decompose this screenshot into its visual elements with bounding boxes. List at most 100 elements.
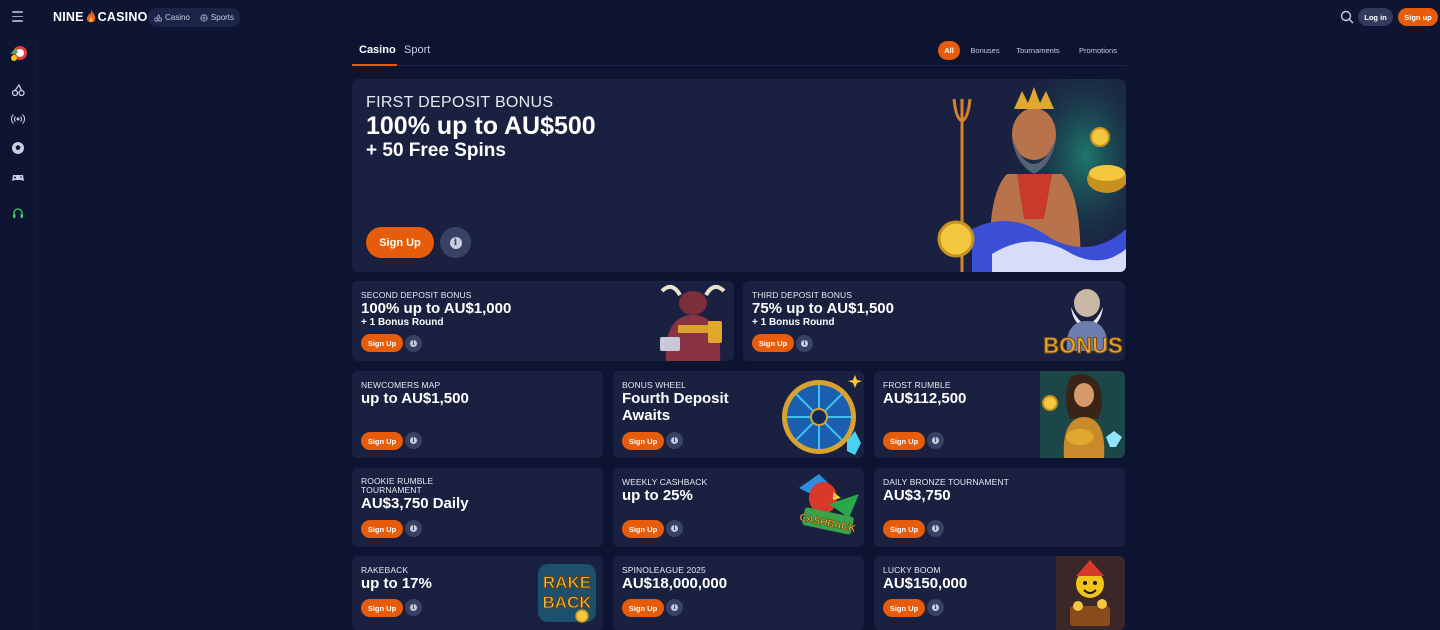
info-icon: i (932, 437, 939, 444)
card-extra: + 1 Bonus Round (752, 317, 835, 328)
filter-all[interactable]: All (938, 41, 960, 60)
signup-button[interactable]: Sign Up (361, 334, 403, 352)
card-subtitle: FROST RUMBLE (883, 380, 951, 390)
info-icon: i (932, 604, 939, 611)
cherries-icon[interactable] (10, 82, 26, 98)
card-title: up to 25% (622, 487, 693, 504)
card-subtitle: SECOND DEPOSIT BONUS (361, 290, 472, 300)
search-icon[interactable] (1340, 10, 1354, 24)
nav-sports[interactable]: Sports (200, 13, 234, 22)
tab-casino[interactable]: Casino (359, 44, 396, 56)
card-title: Fourth Deposit Awaits (622, 390, 729, 425)
card-subtitle: WEEKLY CASHBACK (622, 477, 708, 487)
signup-button[interactable]: Sign Up (361, 599, 403, 617)
nav-casino-label: Casino (165, 13, 190, 22)
info-icon: i (410, 604, 417, 611)
cherries-icon (154, 13, 162, 22)
card-subtitle: THIRD DEPOSIT BONUS (752, 290, 852, 300)
promo-card: FROST RUMBLE AU$112,500 Sign Up i (874, 371, 1125, 458)
tab-sport[interactable]: Sport (404, 44, 430, 56)
card-title: AU$18,000,000 (622, 575, 728, 592)
signup-button[interactable]: Sign Up (883, 520, 925, 538)
card-subtitle: BONUS WHEEL (622, 380, 686, 390)
promo-card: WEEKLY CASHBACK up to 25% Sign Up i CASH… (613, 468, 864, 547)
rakeback-art-line-2: BACK (542, 593, 592, 612)
live-icon[interactable] (10, 111, 26, 127)
bonus-art-text: BONUS (1043, 333, 1122, 358)
signup-button[interactable]: Sign Up (622, 432, 664, 450)
promo-card: NEWCOMERS MAP up to AU$1,500 Sign Up i (352, 371, 603, 458)
card-title: AU$150,000 (883, 575, 968, 592)
info-icon: i (410, 437, 417, 444)
lucky-boom-illustration (1056, 556, 1125, 630)
card-title: AU$112,500 (883, 390, 967, 407)
promo-icon[interactable] (8, 44, 28, 64)
card-subtitle: RAKEBACK (361, 565, 409, 575)
info-button[interactable]: i (666, 432, 683, 449)
promo-card: DAILY BRONZE TOURNAMENT AU$3,750 Sign Up… (874, 468, 1125, 547)
card-title: AU$3,750 Daily (361, 495, 469, 512)
card-title: 100% up to AU$1,000 (361, 300, 512, 317)
support-icon[interactable] (10, 206, 26, 222)
info-button[interactable]: i (405, 432, 422, 449)
signup-button[interactable]: Sign Up (622, 599, 664, 617)
logo[interactable]: NINE CASINO (53, 9, 148, 25)
promo-card: SPINOLEAGUE 2025 AU$18,000,000 Sign Up i (613, 556, 864, 630)
card-subtitle: LUCKY BOOM (883, 565, 941, 575)
frost-rumble-illustration (1040, 371, 1125, 458)
logo-right: CASINO (97, 10, 148, 24)
signup-button[interactable]: Sign Up (883, 432, 925, 450)
filter-bonuses[interactable]: Bonuses (964, 41, 1006, 60)
login-button[interactable]: Log in (1358, 8, 1393, 26)
promo-card: RAKEBACK up to 17% Sign Up i RAKE BACK (352, 556, 603, 630)
promo-card: ROOKIE RUMBLE TOURNAMENT AU$3,750 Daily … (352, 468, 603, 547)
nav-casino[interactable]: Casino (154, 13, 190, 22)
wheel-illustration (782, 375, 862, 455)
sidebar (0, 36, 36, 630)
hero-title: 100% up to AU$500 (366, 112, 596, 140)
info-button[interactable]: i (927, 599, 944, 616)
rakeback-illustration: RAKE BACK (538, 564, 596, 623)
filter-promotions[interactable]: Promotions (1072, 41, 1124, 60)
filter-tournaments[interactable]: Tournaments (1010, 41, 1066, 60)
promo-card: THIRD DEPOSIT BONUS 75% up to AU$1,500 +… (743, 281, 1125, 361)
signup-button[interactable]: Sign Up (622, 520, 664, 538)
signup-button[interactable]: Sign Up (752, 334, 794, 352)
signup-button[interactable]: Sign Up (361, 432, 403, 450)
info-button[interactable]: i (927, 520, 944, 537)
info-button[interactable]: i (927, 432, 944, 449)
info-button[interactable]: i (666, 520, 683, 537)
info-button[interactable]: i (405, 335, 422, 352)
logo-left: NINE (53, 10, 84, 24)
signup-button[interactable]: Sign Up (883, 599, 925, 617)
hero-info-button[interactable]: i (440, 227, 471, 258)
tab-underline (352, 64, 397, 66)
gamepad-icon[interactable] (10, 169, 26, 185)
info-icon: i (410, 525, 417, 532)
zeus-bonus-illustration: BONUS (1043, 289, 1123, 359)
card-subtitle: SPINOLEAGUE 2025 (622, 565, 706, 575)
ball-icon (200, 13, 208, 22)
info-button[interactable]: i (666, 599, 683, 616)
top-bar: NINE CASINO Casino Sports Log in Sign up (0, 0, 1440, 36)
card-title: up to 17% (361, 575, 432, 592)
info-button[interactable]: i (405, 520, 422, 537)
promo-card: SECOND DEPOSIT BONUS 100% up to AU$1,000… (352, 281, 734, 361)
info-icon: i (449, 236, 462, 249)
info-button[interactable]: i (796, 335, 813, 352)
football-icon[interactable] (10, 140, 26, 156)
flame-icon (86, 10, 95, 23)
menu-icon[interactable] (12, 11, 23, 23)
card-title: 75% up to AU$1,500 (752, 300, 894, 317)
signup-button[interactable]: Sign Up (361, 520, 403, 538)
nav-sports-label: Sports (210, 13, 235, 22)
signup-button[interactable]: Sign up (1398, 8, 1438, 26)
card-title: up to AU$1,500 (361, 390, 469, 407)
hero-signup-button[interactable]: Sign Up (366, 227, 434, 258)
card-subtitle: NEWCOMERS MAP (361, 380, 441, 390)
tab-divider (352, 65, 1126, 66)
info-icon: i (932, 525, 939, 532)
card-extra: + 1 Bonus Round (361, 317, 444, 328)
info-button[interactable]: i (405, 599, 422, 616)
rakeback-art-line-1: RAKE (543, 573, 591, 592)
